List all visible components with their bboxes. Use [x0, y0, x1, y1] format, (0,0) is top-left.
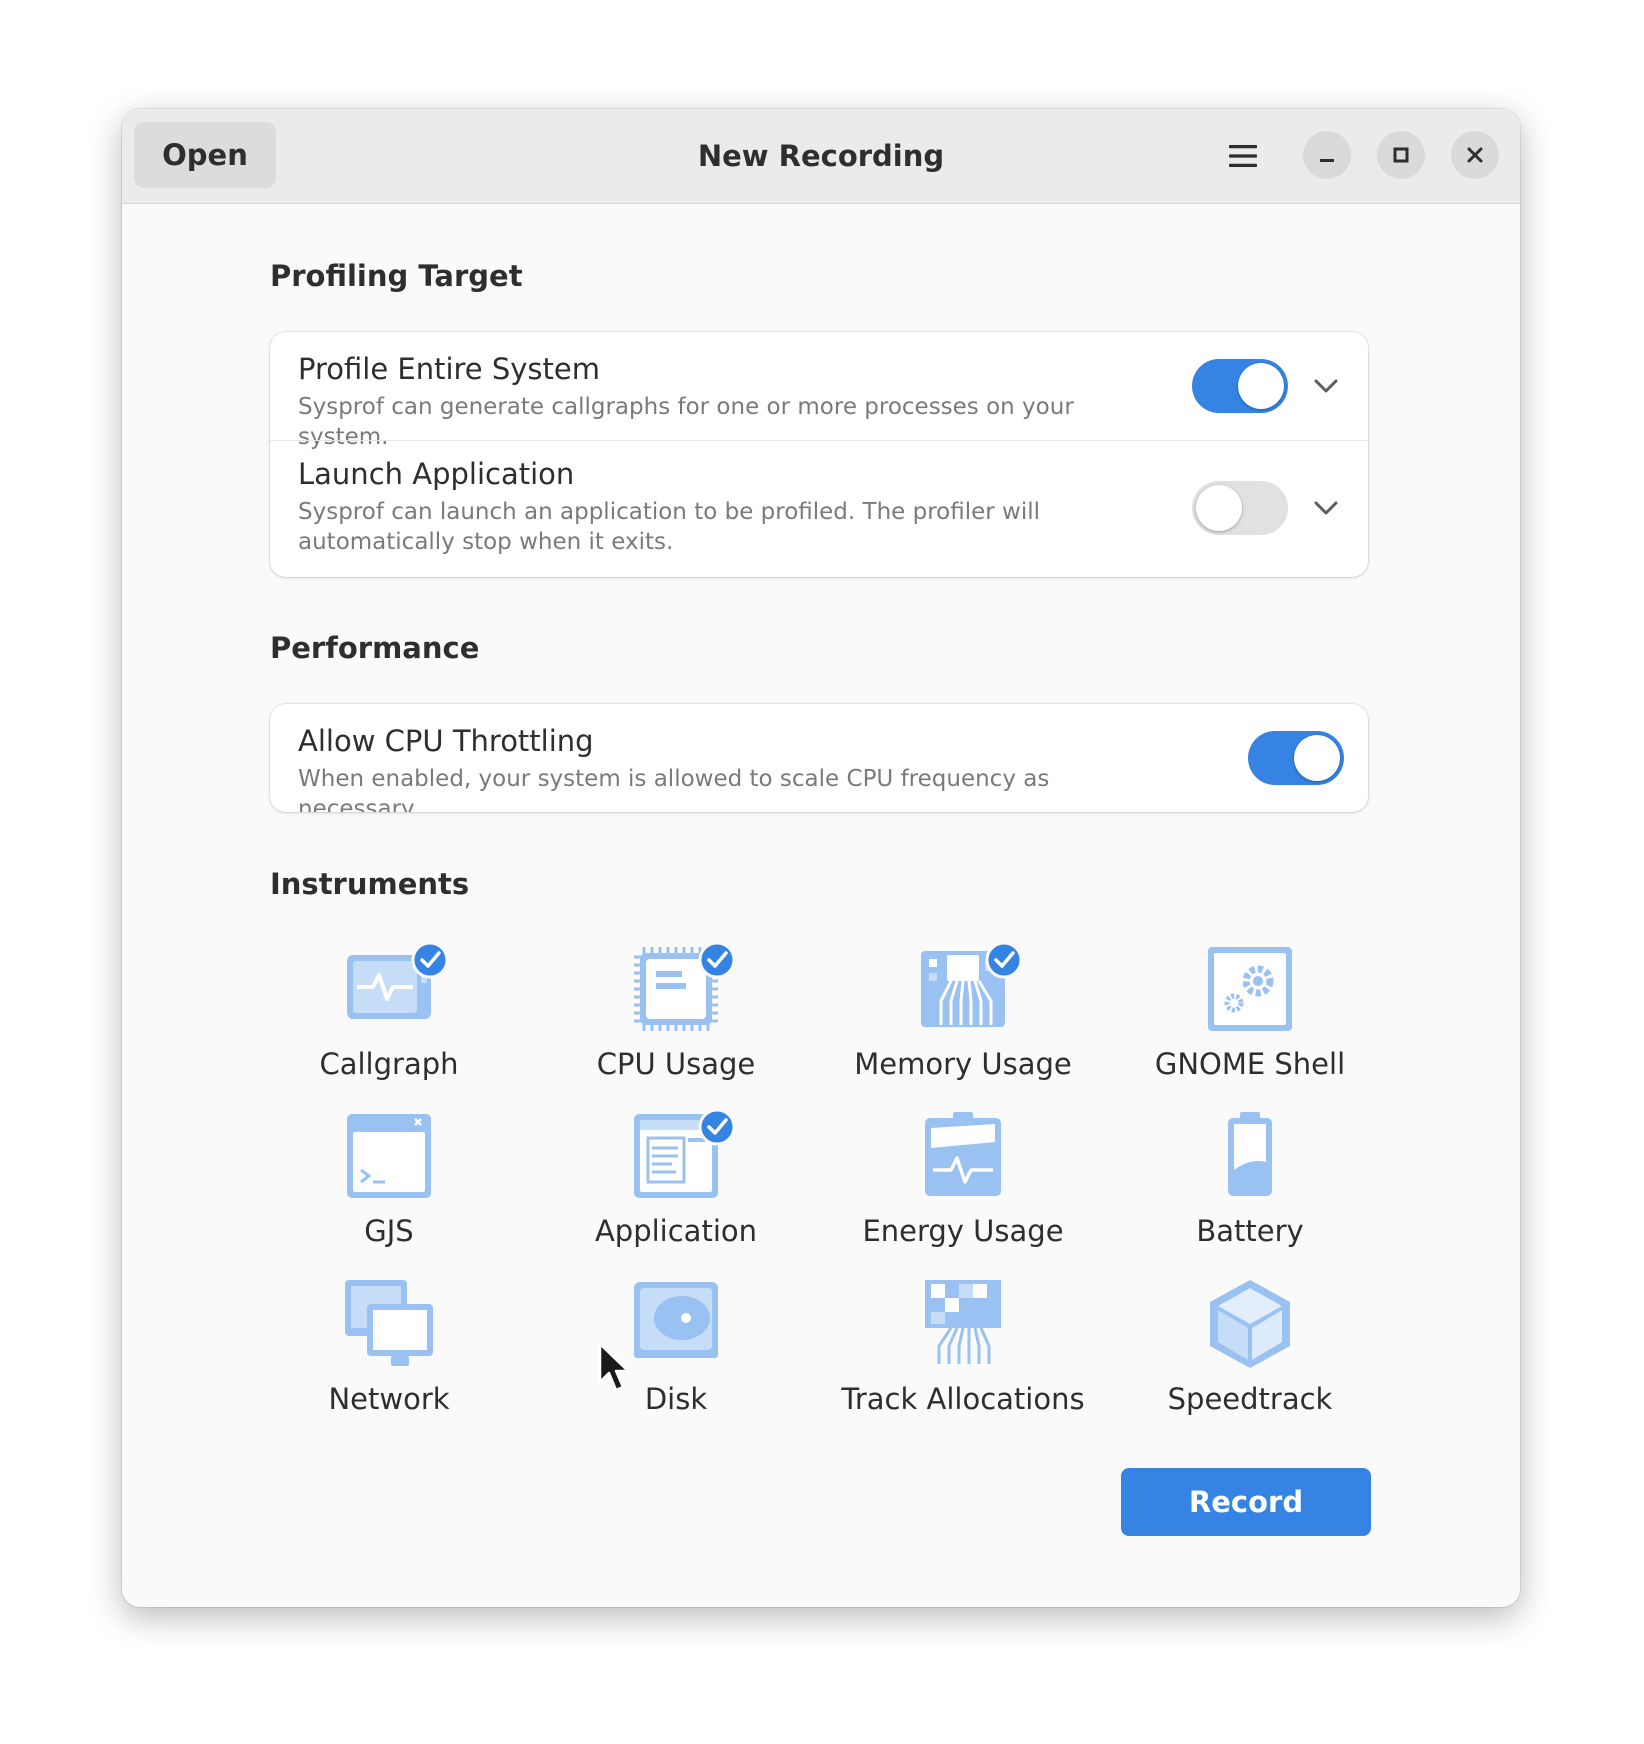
- checkmark-icon: [411, 941, 449, 979]
- profile-entire-system-switch[interactable]: [1192, 359, 1288, 413]
- expand-button[interactable]: [1306, 488, 1346, 528]
- instrument-track-allocations[interactable]: Track Allocations: [819, 1276, 1107, 1426]
- maximize-button[interactable]: [1377, 131, 1425, 179]
- open-button[interactable]: Open: [134, 122, 276, 188]
- terminal-icon: [347, 1114, 431, 1198]
- launch-application-switch[interactable]: [1192, 481, 1288, 535]
- instrument-memory-usage[interactable]: Memory Usage: [819, 941, 1107, 1091]
- row-title: Profile Entire System: [298, 352, 601, 386]
- header-bar: Open New Recording: [122, 109, 1520, 204]
- network-icon: [345, 1280, 433, 1366]
- launch-application-row[interactable]: Launch Application Sysprof can launch an…: [270, 440, 1368, 577]
- instrument-cpu-usage[interactable]: CPU Usage: [532, 941, 820, 1091]
- instrument-energy-usage[interactable]: Energy Usage: [819, 1108, 1107, 1258]
- maximize-icon: [1393, 147, 1409, 163]
- checkmark-icon: [698, 941, 736, 979]
- energy-icon: [925, 1112, 1001, 1196]
- checkmark-icon: [698, 1108, 736, 1146]
- instrument-label: Disk: [644, 1382, 708, 1416]
- instrument-callgraph[interactable]: Callgraph: [245, 941, 533, 1091]
- chevron-down-icon: [1314, 379, 1338, 393]
- instrument-label: Memory Usage: [854, 1047, 1072, 1081]
- instrument-label: Application: [594, 1214, 758, 1248]
- instrument-battery[interactable]: Battery: [1106, 1108, 1394, 1258]
- row-subtitle: When enabled, your system is allowed to …: [298, 766, 1050, 812]
- disk-icon: [634, 1282, 718, 1358]
- chevron-down-icon: [1314, 501, 1338, 515]
- instrument-label: Track Allocations: [841, 1382, 1085, 1416]
- instrument-label: Battery: [1196, 1214, 1304, 1248]
- allocations-icon: [925, 1280, 1001, 1364]
- instrument-label: GJS: [364, 1214, 414, 1248]
- instrument-speedtrack[interactable]: Speedtrack: [1106, 1276, 1394, 1426]
- instrument-network[interactable]: Network: [245, 1276, 533, 1426]
- instrument-label: Network: [328, 1382, 450, 1416]
- instrument-label: Energy Usage: [862, 1214, 1064, 1248]
- minimize-icon: [1320, 159, 1334, 162]
- profile-entire-system-row[interactable]: Profile Entire System Sysprof can genera…: [270, 332, 1368, 450]
- battery-icon: [1228, 1112, 1272, 1196]
- expand-button[interactable]: [1306, 366, 1346, 406]
- performance-card: Allow CPU Throttling When enabled, your …: [270, 704, 1368, 812]
- row-subtitle: Sysprof can launch an application to be …: [298, 499, 1041, 555]
- allow-cpu-throttling-row[interactable]: Allow CPU Throttling When enabled, your …: [270, 704, 1368, 812]
- record-button[interactable]: Record: [1121, 1468, 1371, 1536]
- instrument-application[interactable]: Application: [532, 1108, 820, 1258]
- gnome-shell-icon: [1208, 947, 1292, 1031]
- row-title: Allow CPU Throttling: [298, 724, 594, 758]
- speedtrack-icon: [1210, 1280, 1290, 1368]
- row-title: Launch Application: [298, 457, 575, 491]
- mouse-pointer-icon: [598, 1342, 630, 1392]
- allow-cpu-throttling-switch[interactable]: [1248, 731, 1344, 785]
- performance-heading: Performance: [270, 631, 480, 665]
- instrument-label: Callgraph: [319, 1047, 459, 1081]
- instruments-heading: Instruments: [270, 867, 470, 901]
- checkmark-icon: [985, 941, 1023, 979]
- hamburger-menu-icon: [1229, 145, 1257, 167]
- main-menu-button[interactable]: [1218, 131, 1268, 181]
- instrument-gnome-shell[interactable]: GNOME Shell: [1106, 941, 1394, 1091]
- profiling-target-heading: Profiling Target: [270, 259, 523, 293]
- minimize-button[interactable]: [1303, 131, 1351, 179]
- instrument-label: GNOME Shell: [1154, 1047, 1346, 1081]
- instrument-label: Speedtrack: [1167, 1382, 1333, 1416]
- new-recording-window: Open New Recording Profiling Target Prof…: [122, 109, 1520, 1607]
- instrument-label: CPU Usage: [596, 1047, 756, 1081]
- instrument-gjs[interactable]: GJS: [245, 1108, 533, 1258]
- profiling-target-card: Profile Entire System Sysprof can genera…: [270, 332, 1368, 577]
- close-button[interactable]: [1451, 131, 1499, 179]
- instrument-disk[interactable]: Disk: [532, 1276, 820, 1426]
- close-icon: [1467, 147, 1483, 163]
